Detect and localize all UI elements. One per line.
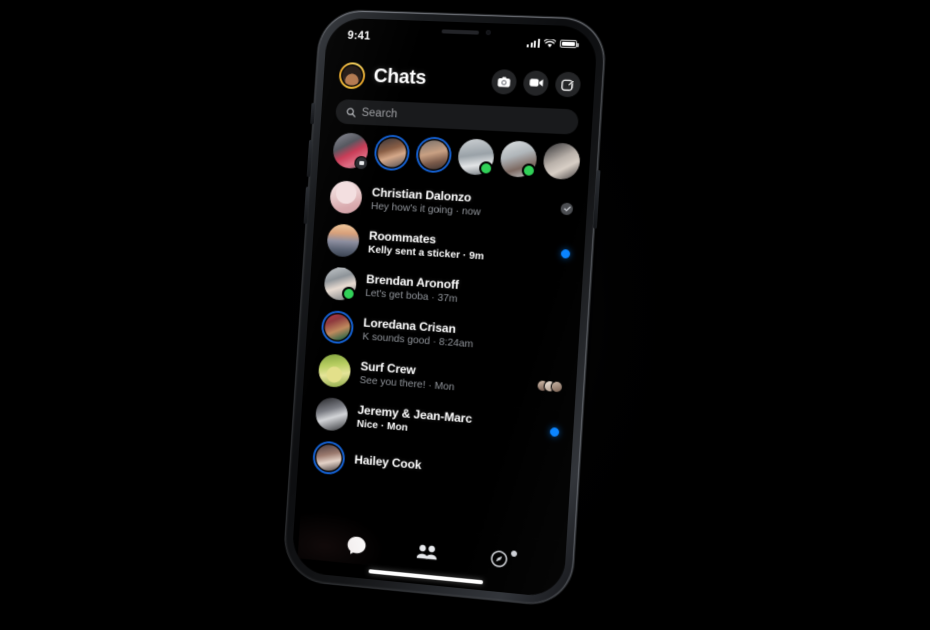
profile-avatar-image [340, 63, 363, 86]
chat-text-block: Loredana CrisanK sounds good · 8:24am [362, 315, 559, 356]
chat-avatar [318, 353, 352, 388]
story-avatar [542, 142, 580, 180]
online-status-dot [479, 161, 494, 176]
story-avatar [376, 136, 409, 169]
chat-avatar [315, 396, 349, 431]
chat-list-item[interactable]: Hailey Cook [297, 433, 572, 500]
tab-discover[interactable] [462, 546, 535, 570]
wifi-icon [544, 38, 557, 47]
story-ring [457, 138, 495, 176]
story-avatar [417, 138, 450, 171]
chat-status-indicator [554, 202, 573, 215]
chat-avatar [329, 180, 363, 214]
chat-status-indicator [531, 380, 562, 392]
story-6[interactable] [542, 142, 580, 180]
story-ring [415, 136, 452, 173]
unread-dot [561, 249, 571, 259]
add-to-story-camera-icon[interactable] [354, 156, 368, 170]
video-call-button[interactable] [523, 70, 550, 96]
seen-by-avatar [537, 380, 548, 391]
story-3[interactable] [415, 136, 452, 173]
compass-icon [490, 549, 508, 568]
your-story[interactable] [332, 132, 369, 169]
search-icon [346, 107, 356, 117]
chat-snippet: Hey how's it going · now [371, 201, 555, 222]
chat-status-indicator [550, 476, 556, 477]
online-status-dot [521, 163, 536, 178]
status-indicators [527, 38, 578, 49]
iphone-device: 9:41 Chats [283, 10, 607, 608]
chat-avatar [321, 309, 355, 344]
chat-avatar [323, 266, 357, 301]
chat-text-block: RoommatesKelly sent a sticker · 9m [368, 228, 556, 266]
camera-button[interactable] [491, 68, 517, 94]
scene: 9:41 Chats [0, 0, 930, 609]
story-avatar [457, 138, 495, 176]
story-2[interactable] [373, 134, 410, 171]
chat-text-block: Brendan AronoffLet's get boba · 37m [365, 272, 562, 312]
chat-text-block: Jeremy & Jean-MarcNice · Mon [356, 402, 544, 444]
people-group-icon [416, 543, 439, 560]
story-ring [500, 140, 538, 178]
chat-bubble-icon [346, 534, 367, 555]
chat-name: Hailey Cook [354, 452, 551, 483]
chat-avatar-image [314, 442, 344, 473]
chat-text-block: Hailey Cook [354, 452, 551, 483]
chat-snippet: Let's get boba · 37m [365, 287, 561, 311]
chat-text-block: Christian DalonzoHey how's it going · no… [371, 185, 556, 222]
chat-snippet: Kelly sent a sticker · 9m [368, 244, 555, 266]
discover-badge [511, 550, 517, 557]
online-status-dot [342, 286, 356, 301]
chat-avatar [326, 223, 360, 257]
chat-list: Christian DalonzoHey how's it going · no… [297, 173, 588, 501]
search-placeholder: Search [361, 106, 397, 119]
messenger-app: Chats [291, 18, 598, 599]
profile-avatar[interactable] [338, 61, 366, 88]
tab-people[interactable] [391, 541, 463, 563]
story-5[interactable] [500, 140, 538, 178]
chat-avatar [312, 440, 346, 475]
story-ring [373, 134, 410, 171]
page-title: Chats [373, 65, 427, 90]
app-header: Chats [323, 51, 596, 106]
story-avatar [500, 140, 538, 178]
chat-text-block: Surf CrewSee you there! · Mon [359, 359, 532, 399]
chat-avatar-image [323, 311, 353, 342]
status-clock: 9:41 [347, 30, 371, 43]
tab-chats[interactable] [321, 532, 392, 558]
phone-screen: 9:41 Chats [291, 18, 598, 599]
battery-icon [560, 39, 578, 48]
story-ring [542, 142, 580, 180]
story-4[interactable] [457, 138, 495, 176]
signal-bars-icon [527, 38, 541, 47]
